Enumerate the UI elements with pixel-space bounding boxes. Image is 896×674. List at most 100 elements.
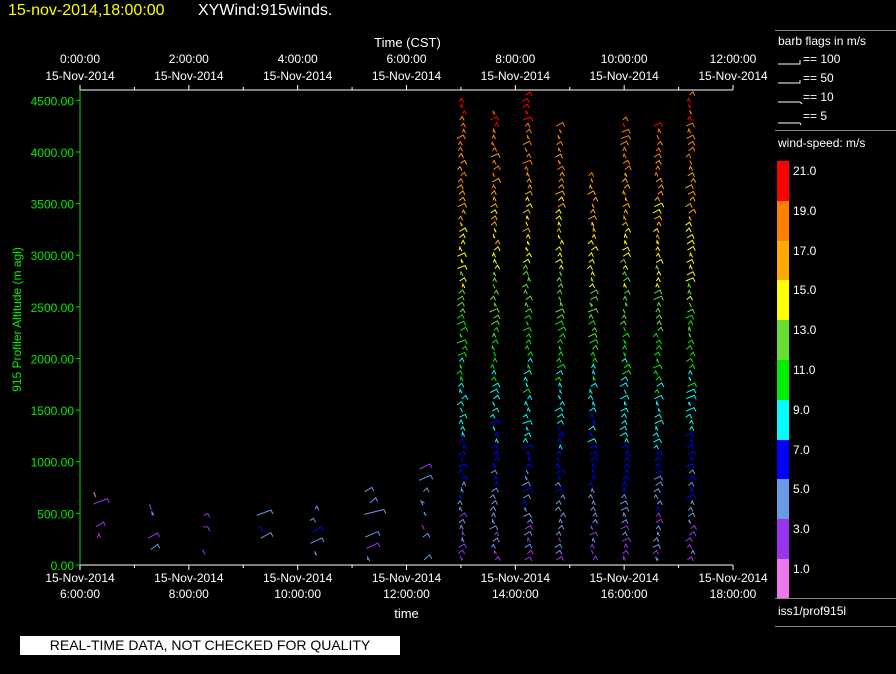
wind-barb xyxy=(492,537,500,543)
wind-barb xyxy=(523,432,532,438)
wind-barb xyxy=(459,407,463,413)
wind-barb xyxy=(459,364,463,369)
wind-barb xyxy=(657,408,661,413)
wind-barb xyxy=(525,426,529,432)
wind-barb xyxy=(492,172,496,178)
wind-barb xyxy=(689,425,695,431)
wind-barb xyxy=(588,283,596,289)
wind-barb xyxy=(655,344,663,351)
wind-barb xyxy=(522,420,533,425)
color-swatch xyxy=(777,439,789,480)
x-tick-label: 15-Nov-2014 xyxy=(154,571,224,585)
barb-legend-item: == 5 xyxy=(775,109,896,127)
wind-barb xyxy=(460,258,464,264)
wind-barb xyxy=(203,512,211,518)
wind-barb xyxy=(525,221,529,227)
wind-barb xyxy=(653,202,665,208)
wind-barb xyxy=(588,251,594,258)
wind-barb xyxy=(621,537,632,543)
wind-barb xyxy=(685,394,697,400)
wind-barb xyxy=(556,363,566,369)
wind-barb xyxy=(590,382,598,388)
wind-barb xyxy=(653,438,663,444)
wind-barb xyxy=(147,532,160,539)
wind-barb xyxy=(657,531,661,537)
wind-barb xyxy=(654,196,661,202)
wind-barb xyxy=(491,512,496,518)
wind-barb xyxy=(366,542,381,549)
wind-barb xyxy=(655,264,660,271)
x-tick-label: 15-Nov-2014 xyxy=(372,571,442,585)
wind-barb xyxy=(622,116,629,122)
wind-barb xyxy=(201,549,206,555)
wind-barb xyxy=(458,289,466,295)
wind-barb xyxy=(557,395,562,400)
wind-barb xyxy=(456,339,468,345)
wind-barb xyxy=(623,543,629,549)
color-scale-label: 19.0 xyxy=(793,203,817,218)
wind-barb xyxy=(556,369,564,375)
wind-barb xyxy=(419,463,433,470)
wind-barb xyxy=(527,276,532,282)
wind-barb xyxy=(690,487,695,493)
top-tick-label: 15-Nov-2014 xyxy=(263,69,333,83)
wind-barb xyxy=(525,247,529,252)
wind-barb xyxy=(492,382,501,388)
wind-barb xyxy=(555,308,565,314)
wind-barb xyxy=(524,400,529,406)
wind-barb xyxy=(525,122,531,128)
wind-barb xyxy=(622,486,627,493)
wind-barb xyxy=(620,407,629,413)
wind-barb xyxy=(490,363,495,369)
wind-barb xyxy=(93,497,110,505)
wind-barb xyxy=(554,506,562,512)
wind-barb xyxy=(523,444,534,450)
wind-barb xyxy=(619,425,628,431)
wind-barb xyxy=(492,461,497,468)
wind-barb xyxy=(554,463,561,469)
wind-barb xyxy=(314,505,320,511)
wind-barb xyxy=(588,320,596,326)
wind-barb xyxy=(526,152,532,159)
wind-barb xyxy=(460,486,464,493)
wind-barb xyxy=(314,551,318,556)
wind-barb xyxy=(558,177,565,183)
wind-barb xyxy=(522,103,530,109)
wind-barb xyxy=(558,264,564,270)
wind-barb xyxy=(688,519,692,524)
wind-barb xyxy=(462,128,467,134)
wind-barb xyxy=(685,345,693,351)
wind-barb xyxy=(525,110,529,115)
wind-barb xyxy=(588,444,599,450)
wind-barb xyxy=(558,345,562,351)
wind-barb xyxy=(686,357,694,363)
wind-barb xyxy=(653,475,663,481)
wind-barb xyxy=(458,543,467,549)
barb-legend-title: barb flags in m/s xyxy=(778,34,867,48)
wind-barb xyxy=(526,536,531,543)
wind-barb xyxy=(492,426,496,431)
wind-barb xyxy=(558,431,565,437)
wind-barb xyxy=(653,289,663,295)
top-tick-label: 8:00:00 xyxy=(495,52,535,66)
wind-barb xyxy=(689,110,693,115)
wind-barb xyxy=(590,351,596,357)
wind-barb xyxy=(622,554,627,561)
barb-flag-5-icon xyxy=(778,122,802,126)
wind-barb xyxy=(559,389,563,394)
wind-barb xyxy=(590,487,595,494)
wind-barb xyxy=(589,412,595,419)
wind-barb xyxy=(654,419,665,425)
wind-barb xyxy=(653,537,660,543)
wind-barb xyxy=(457,264,468,270)
wind-barb xyxy=(489,494,496,500)
wind-barb xyxy=(456,184,464,190)
wind-barb xyxy=(490,202,498,208)
wind-barb xyxy=(652,432,660,438)
wind-barb xyxy=(621,314,627,320)
wind-barb xyxy=(655,424,659,431)
wind-barb xyxy=(652,549,659,555)
wind-barb xyxy=(556,121,566,127)
wind-barb xyxy=(525,196,530,202)
wind-barb xyxy=(587,239,594,245)
